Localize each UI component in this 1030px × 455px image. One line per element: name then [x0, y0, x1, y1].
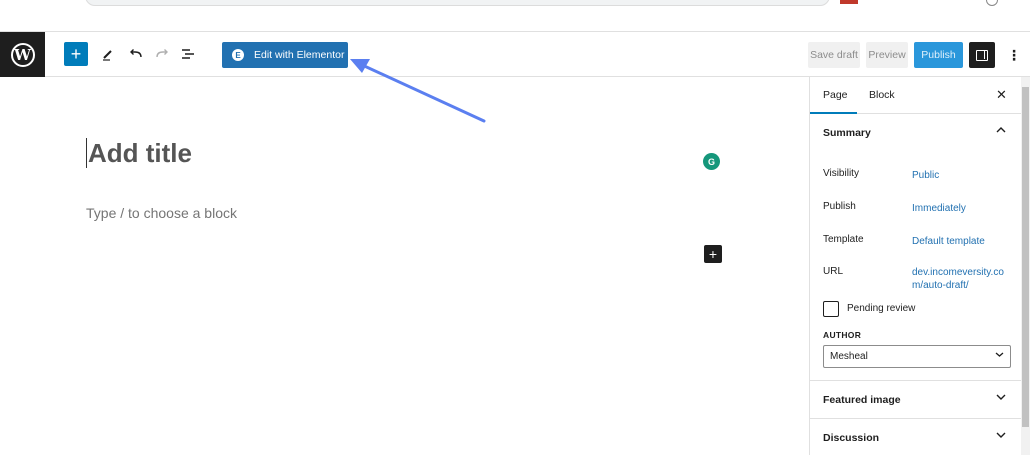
inline-block-inserter-button[interactable]: + [704, 245, 722, 263]
tab-page[interactable]: Page [823, 89, 848, 101]
publish-button[interactable]: Publish [914, 42, 963, 68]
chevron-up-icon [996, 127, 1006, 133]
discussion-panel-toggle[interactable]: Discussion [810, 419, 1021, 455]
summary-panel-toggle[interactable]: Summary [810, 114, 1021, 151]
sidebar-icon [976, 49, 988, 61]
edit-with-elementor-button[interactable]: E Edit with Elementor [222, 42, 348, 68]
author-select[interactable]: Mesheal [823, 345, 1011, 368]
discussion-panel: Discussion [810, 419, 1021, 455]
undo-button[interactable] [126, 42, 146, 66]
template-label: Template [823, 234, 864, 245]
featured-image-panel: Featured image [810, 381, 1021, 419]
discussion-panel-title: Discussion [823, 431, 880, 444]
pending-review-checkbox[interactable] [823, 301, 839, 317]
options-menu-button[interactable]: ⋮ [1005, 42, 1023, 68]
author-label: AUTHOR [823, 330, 862, 340]
summary-panel: Summary Visibility Public Publish Immedi… [810, 114, 1021, 381]
url-label: URL [823, 266, 844, 277]
featured-image-panel-title: Featured image [823, 393, 901, 406]
grammarly-icon[interactable]: G [703, 153, 720, 170]
url-value-link[interactable]: dev.incomeversity.com/auto-draft/ [912, 266, 1008, 292]
list-view-icon [182, 49, 194, 59]
editor-canvas[interactable]: Add title Type / to choose a block G + [0, 77, 809, 455]
list-view-button[interactable] [178, 42, 198, 66]
publish-date-value-link[interactable]: Immediately [912, 202, 1008, 215]
chevron-down-icon [996, 432, 1006, 438]
browser-strip [0, 0, 1030, 31]
sidebar-scrollbar[interactable] [1021, 77, 1030, 455]
pending-review-label[interactable]: Pending review [847, 303, 915, 314]
plus-icon: + [70, 43, 82, 64]
featured-image-panel-toggle[interactable]: Featured image [810, 381, 1021, 418]
wordpress-logo-button[interactable]: W [0, 32, 45, 77]
chevron-down-icon [996, 394, 1006, 400]
edit-with-elementor-label: Edit with Elementor [254, 49, 345, 61]
tab-block[interactable]: Block [869, 89, 895, 101]
editor-header: W + E Edit with Elementor Save draft Pre… [0, 31, 1030, 77]
chevron-down-icon [995, 352, 1004, 357]
browser-extension-icon[interactable] [840, 0, 858, 4]
scrollbar-thumb[interactable] [1022, 87, 1029, 427]
save-draft-button[interactable]: Save draft [808, 42, 860, 68]
sidebar-tabs: Page Block ✕ [810, 77, 1021, 114]
browser-profile-icon[interactable] [986, 0, 998, 6]
more-vertical-icon: ⋮ [1007, 46, 1021, 63]
post-title-input[interactable]: Add title [86, 138, 192, 168]
pencil-icon [103, 50, 112, 61]
elementor-icon: E [232, 49, 244, 61]
visibility-value-link[interactable]: Public [912, 169, 1008, 182]
wordpress-logo-icon: W [10, 42, 35, 67]
publish-date-label: Publish [823, 201, 856, 212]
browser-address-bar[interactable] [85, 0, 830, 6]
summary-panel-title: Summary [823, 126, 871, 139]
tools-button[interactable] [98, 42, 118, 66]
settings-sidebar: Page Block ✕ Summary Visibility Public P… [809, 77, 1021, 455]
settings-toggle-button[interactable] [969, 42, 995, 68]
preview-button[interactable]: Preview [866, 42, 908, 68]
author-selected-value: Mesheal [830, 351, 868, 362]
redo-icon [156, 49, 168, 58]
default-block-appender[interactable]: Type / to choose a block [86, 205, 237, 221]
template-value-link[interactable]: Default template [912, 235, 1008, 248]
undo-icon [130, 49, 142, 58]
redo-button[interactable] [152, 42, 172, 66]
close-icon[interactable]: ✕ [996, 87, 1007, 103]
visibility-label: Visibility [823, 168, 859, 179]
block-inserter-toggle[interactable]: + [64, 42, 88, 66]
